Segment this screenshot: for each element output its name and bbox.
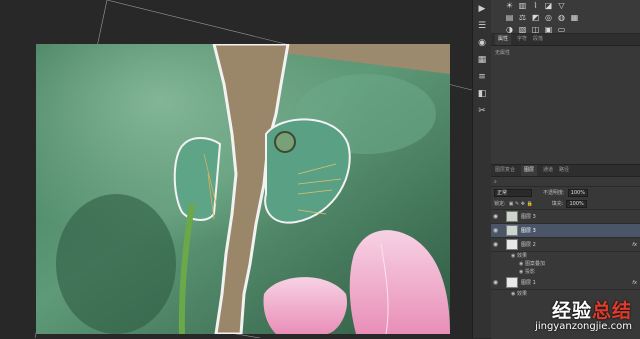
layer-filter-row: ⌕ (491, 177, 640, 187)
tools-icon[interactable]: ✂ (476, 107, 488, 116)
vibrance-icon[interactable]: ▽ (557, 2, 566, 10)
panel-toolstrip: ▶ ☰ ◉ ▦ ≡ ◧ ✂ (472, 0, 492, 338)
exposure-icon[interactable]: ◪ (544, 2, 553, 10)
invert-icon[interactable]: ◑ (505, 26, 514, 34)
opacity-input[interactable]: 100% (567, 188, 588, 197)
swatch-icon[interactable]: ▦ (476, 56, 488, 65)
visibility-eye-icon[interactable]: ◉ (491, 279, 500, 286)
layers-tabbar: 图层复合 图层 通道 路径 (491, 165, 640, 177)
lock-icon[interactable]: ▣ ✎ ✥ 🔒 (509, 201, 533, 207)
layer-name: 图层 3 (521, 228, 536, 234)
fill-label: 填充: (551, 201, 564, 207)
tab-layers[interactable]: 图层 (521, 165, 538, 176)
gradient-map-icon[interactable]: ▭ (557, 26, 566, 34)
tab-paragraph[interactable]: 段落 (533, 34, 543, 45)
visibility-eye-icon[interactable]: ◉ (491, 227, 500, 234)
effect-item[interactable]: ◉ 图案叠加 (491, 260, 640, 268)
tab-properties[interactable]: 属性 (495, 34, 512, 45)
effect-item[interactable]: ◉ 投影 (491, 268, 640, 276)
effects-eye-icon[interactable]: ◉ (511, 291, 515, 297)
filter-icon[interactable]: ⌕ (494, 179, 497, 185)
selective-color-icon[interactable]: ▣ (544, 26, 553, 34)
color-lookup-icon[interactable]: ▦ (570, 14, 579, 22)
layer-name: 图层 2 (521, 242, 536, 248)
play-icon[interactable]: ▶ (476, 5, 488, 14)
photo-filter-icon[interactable]: ◎ (544, 14, 553, 22)
layer-row[interactable]: ◉ 图层 3 (491, 210, 640, 224)
fx-badge[interactable]: fx (632, 280, 637, 286)
channel-mixer-icon[interactable]: ◍ (557, 14, 566, 22)
tab-paths[interactable]: 路径 (559, 165, 569, 176)
layer-thumbnail (506, 211, 518, 222)
layer-thumbnail (506, 239, 518, 250)
layer-name: 图层 1 (521, 280, 536, 286)
lock-row: 锁定: ▣ ✎ ✥ 🔒 填充: 100% (491, 198, 640, 210)
posterize-icon[interactable]: ▧ (518, 26, 527, 34)
effects-label: ◉ 效果 (511, 253, 527, 259)
lock-label: 锁定: (494, 201, 506, 207)
layer-thumbnail (506, 225, 518, 236)
tab-channels[interactable]: 通道 (543, 165, 553, 176)
effect-eye-icon[interactable]: ◉ (519, 269, 523, 275)
palette-icon[interactable]: ◉ (476, 39, 488, 48)
watermark-title: 经验总结 (551, 300, 632, 322)
visibility-eye-icon[interactable]: ◉ (491, 241, 500, 248)
watermark: 经验总结 jingyanzongjie.com (535, 296, 632, 332)
blend-mode-select[interactable]: 正常 (494, 188, 532, 197)
hue-saturation-icon[interactable]: ▤ (505, 14, 514, 22)
effect-eye-icon[interactable]: ◉ (519, 261, 523, 267)
color-balance-icon[interactable]: ⚖ (518, 14, 527, 22)
threshold-icon[interactable]: ◫ (531, 26, 540, 34)
curves-icon[interactable]: ⌇ (531, 2, 540, 10)
tab-character[interactable]: 字符 (517, 34, 527, 45)
black-white-icon[interactable]: ◩ (531, 14, 540, 22)
effects-eye-icon[interactable]: ◉ (511, 253, 515, 259)
layer-thumbnail (506, 277, 518, 288)
blend-row: 正常 不透明度: 100% (491, 187, 640, 198)
opacity-label: 不透明度: (543, 190, 565, 196)
no-properties-text: 无属性 (495, 50, 511, 56)
canvas-area[interactable] (0, 0, 472, 338)
layers-icon[interactable]: ≡ (476, 73, 488, 82)
menu-icon[interactable]: ☰ (476, 22, 488, 31)
properties-tabbar: 属性 字符 段落 (491, 34, 640, 46)
fx-badge[interactable]: fx (632, 242, 637, 248)
adjustments-panel: ☀ ▥ ⌇ ◪ ▽ ▤ ⚖ ◩ ◎ ◍ ▦ ◑ ▧ ◫ ▣ ▭ (491, 0, 640, 34)
properties-panel: 无属性 (491, 46, 640, 164)
layer-name: 图层 3 (521, 214, 536, 220)
fill-input[interactable]: 100% (566, 199, 587, 208)
brightness-icon[interactable]: ☀ (505, 2, 514, 10)
visibility-eye-icon[interactable]: ◉ (491, 213, 500, 220)
levels-icon[interactable]: ▥ (518, 2, 527, 10)
document-image (36, 44, 450, 334)
layer-row-selected[interactable]: ◉ 图层 3 (491, 224, 640, 238)
channels-icon[interactable]: ◧ (476, 90, 488, 99)
layer-row[interactable]: ◉ 图层 1 fx (491, 276, 640, 290)
watermark-url: jingyanzongjie.com (535, 321, 632, 332)
tab-layer-comps[interactable]: 图层复合 (495, 165, 515, 176)
layer-row[interactable]: ◉ 图层 2 fx (491, 238, 640, 252)
right-panels: ☀ ▥ ⌇ ◪ ▽ ▤ ⚖ ◩ ◎ ◍ ▦ ◑ ▧ ◫ ▣ ▭ 属性 字符 段落… (491, 0, 640, 339)
